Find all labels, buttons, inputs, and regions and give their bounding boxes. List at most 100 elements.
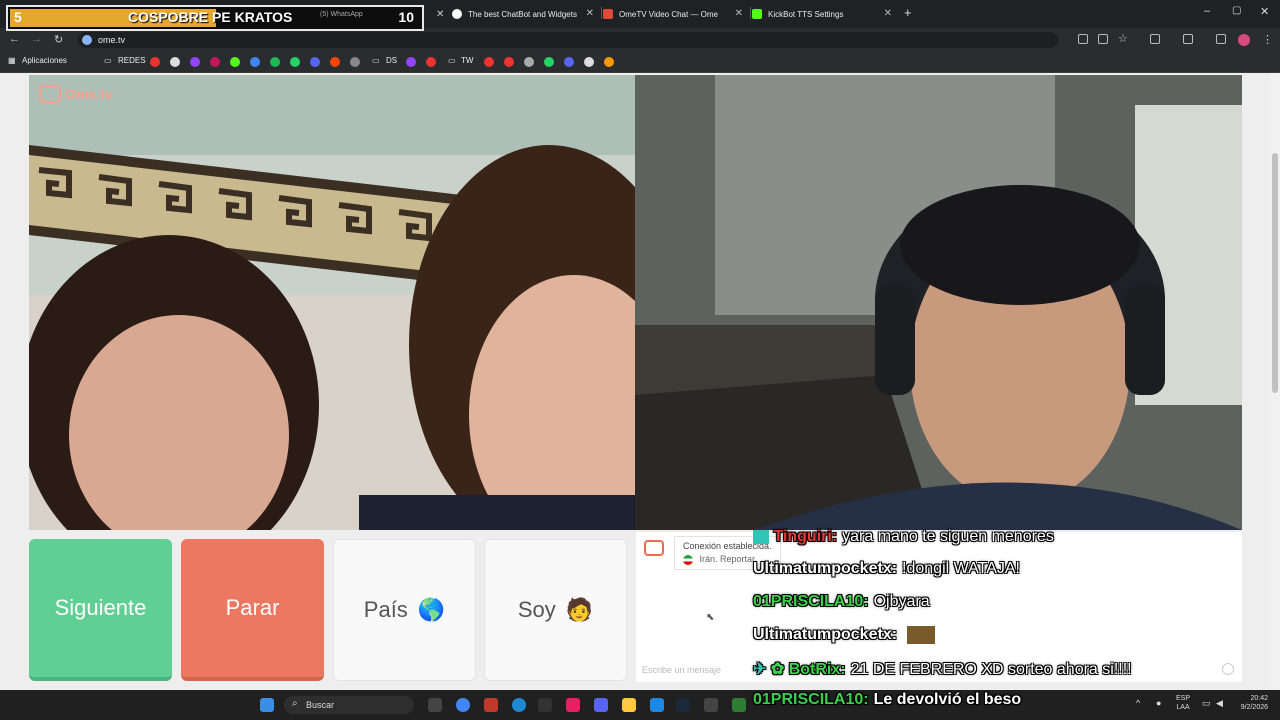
back-button[interactable]: ←	[9, 33, 20, 45]
chat-message: Ojbyara	[873, 593, 930, 610]
bookmark-folder-redes[interactable]: REDES	[118, 56, 146, 65]
site-info-icon[interactable]	[82, 35, 92, 45]
extensions-icon[interactable]	[1150, 34, 1160, 44]
stranger-video-frame	[29, 75, 635, 530]
app-icon[interactable]	[484, 698, 498, 712]
ometv-logo: Ome.tv	[39, 85, 112, 103]
chat-message: 21 DE FEBRERO XD sorteo ahora si!!!!	[850, 661, 1132, 678]
edge-icon[interactable]	[512, 698, 526, 712]
bookmark-icon[interactable]	[330, 57, 340, 67]
app-icon[interactable]	[732, 698, 746, 712]
search-icon: ⌕	[292, 698, 298, 709]
country-button[interactable]: País 🌎	[333, 539, 476, 681]
tray-chevron-icon[interactable]: ^	[1136, 698, 1140, 708]
next-button[interactable]: Siguiente	[29, 539, 172, 681]
address-toolbar: ← → ↻ ome.tv ☆ ⋮	[0, 28, 1280, 52]
close-icon[interactable]: ✕	[884, 8, 892, 19]
volume-icon[interactable]: ◀	[1216, 698, 1223, 709]
twitch-icon[interactable]	[190, 57, 200, 67]
taskbar-search[interactable]: ⌕ Buscar	[284, 696, 414, 714]
cast-icon[interactable]	[1098, 34, 1108, 44]
globe-icon: 🌎	[417, 597, 446, 622]
chat-username: Tinguiri:	[773, 528, 838, 545]
tab-chatbot[interactable]: The best ChatBot and Widgets ✕	[452, 3, 600, 25]
stream-chat-line: 01PRISCILA10: Ojbyara	[753, 593, 930, 611]
bookmark-icon[interactable]	[584, 57, 594, 67]
badge-icon	[753, 529, 769, 544]
stream-chat-line: Ultimatumpocketx: !dongil WATAJA!	[753, 560, 1020, 578]
report-link[interactable]: Irán. Reportar	[700, 554, 756, 564]
tab-close-icon[interactable]: ✕	[428, 3, 450, 25]
ometv-logo-icon	[39, 85, 61, 103]
page-scrollbar[interactable]	[1270, 73, 1280, 690]
tab-kickbot[interactable]: KickBot TTS Settings ✕	[752, 3, 898, 25]
youtube-icon[interactable]	[150, 57, 160, 67]
discord-icon[interactable]	[594, 698, 608, 712]
stream-chat-line: ✈ ✿ BotRix: 21 DE FEBRERO XD sorteo ahora…	[753, 659, 1132, 679]
bookmark-icon[interactable]	[504, 57, 514, 67]
language-indicator[interactable]: ESP LAA	[1176, 694, 1190, 712]
bookmark-apps[interactable]: Aplicaciones	[22, 56, 67, 65]
stream-chat-line: Ultimatumpocketx:	[753, 626, 936, 644]
browser-tab-strip: 5 COSPOBRE PE KRATOS (5) WhatsApp 10 ✕ T…	[0, 0, 1280, 31]
close-icon[interactable]: ✕	[735, 8, 743, 19]
minimize-button[interactable]: –	[1204, 5, 1210, 17]
explorer-icon[interactable]	[622, 698, 636, 712]
tab-ometv[interactable]: OmeTV Video Chat — Ome ✕	[603, 3, 749, 25]
bookmark-folder-ds[interactable]: DS	[386, 56, 397, 65]
downloads-icon[interactable]	[1216, 34, 1226, 44]
bookmark-folder-tw[interactable]: TW	[461, 56, 473, 65]
address-bar[interactable]: ome.tv	[78, 32, 1058, 48]
task-view-icon[interactable]	[428, 698, 442, 712]
bookmark-icon[interactable]	[250, 57, 260, 67]
menu-icon[interactable]: ⋮	[1262, 33, 1273, 46]
stream-goal-overlay: 5 COSPOBRE PE KRATOS (5) WhatsApp 10	[6, 5, 424, 31]
new-tab-button[interactable]: +	[904, 5, 912, 20]
sidepanel-icon[interactable]	[1183, 34, 1193, 44]
emoji-icon[interactable]	[1222, 663, 1234, 675]
whatsapp-icon[interactable]	[290, 57, 300, 67]
clock[interactable]: 20:42 9/2/2026	[1234, 694, 1268, 712]
tiktok-icon[interactable]	[566, 698, 580, 712]
kick-icon[interactable]	[230, 57, 240, 67]
sword-badge-icon: ✈	[753, 661, 767, 678]
close-window-button[interactable]: ✕	[1260, 5, 1269, 18]
reload-button[interactable]: ↻	[54, 33, 63, 46]
bookmark-icon[interactable]	[210, 57, 220, 67]
bookmark-star-icon[interactable]: ☆	[1118, 32, 1128, 45]
start-icon[interactable]	[260, 698, 274, 712]
bookmark-icon[interactable]	[350, 57, 360, 67]
maximize-button[interactable]: ▢	[1232, 5, 1241, 16]
bookmark-icon[interactable]	[544, 57, 554, 67]
kick-favicon-icon	[752, 9, 762, 19]
chrome-icon[interactable]	[456, 698, 470, 712]
forward-button[interactable]: →	[31, 33, 42, 45]
steam-icon[interactable]	[676, 698, 690, 712]
bookmark-icon[interactable]	[564, 57, 574, 67]
bookmark-icon[interactable]	[484, 57, 494, 67]
profile-avatar[interactable]	[1238, 34, 1250, 46]
bookmark-icon[interactable]	[604, 57, 614, 67]
close-icon[interactable]: ✕	[586, 8, 594, 19]
apps-grid-icon: ▦	[8, 56, 16, 65]
gender-button-label: Soy	[517, 597, 556, 622]
app-icon[interactable]	[650, 698, 664, 712]
stop-button[interactable]: Parar	[181, 539, 324, 681]
spotify-icon[interactable]	[270, 57, 280, 67]
message-input[interactable]: Escribe un mensaje	[642, 665, 721, 675]
app-icon[interactable]	[704, 698, 718, 712]
ometv-favicon-icon	[603, 9, 613, 19]
chat-message: yara mano te siguen menores	[842, 528, 1054, 545]
translate-icon[interactable]	[1078, 34, 1088, 44]
stream-chat-footer: 01PRISCILA10: Le devolvió el beso	[753, 691, 1021, 709]
bookmark-icon[interactable]	[524, 57, 534, 67]
twitch-icon[interactable]	[406, 57, 416, 67]
bookmark-icon[interactable]	[426, 57, 436, 67]
discord-icon[interactable]	[310, 57, 320, 67]
language-code: ESP	[1176, 695, 1191, 702]
gender-button[interactable]: Soy 🧑	[484, 539, 627, 681]
network-icon[interactable]: ▭	[1202, 698, 1211, 709]
google-icon[interactable]	[170, 57, 180, 67]
mic-icon[interactable]: ●	[1156, 698, 1161, 708]
app-icon[interactable]	[538, 698, 552, 712]
